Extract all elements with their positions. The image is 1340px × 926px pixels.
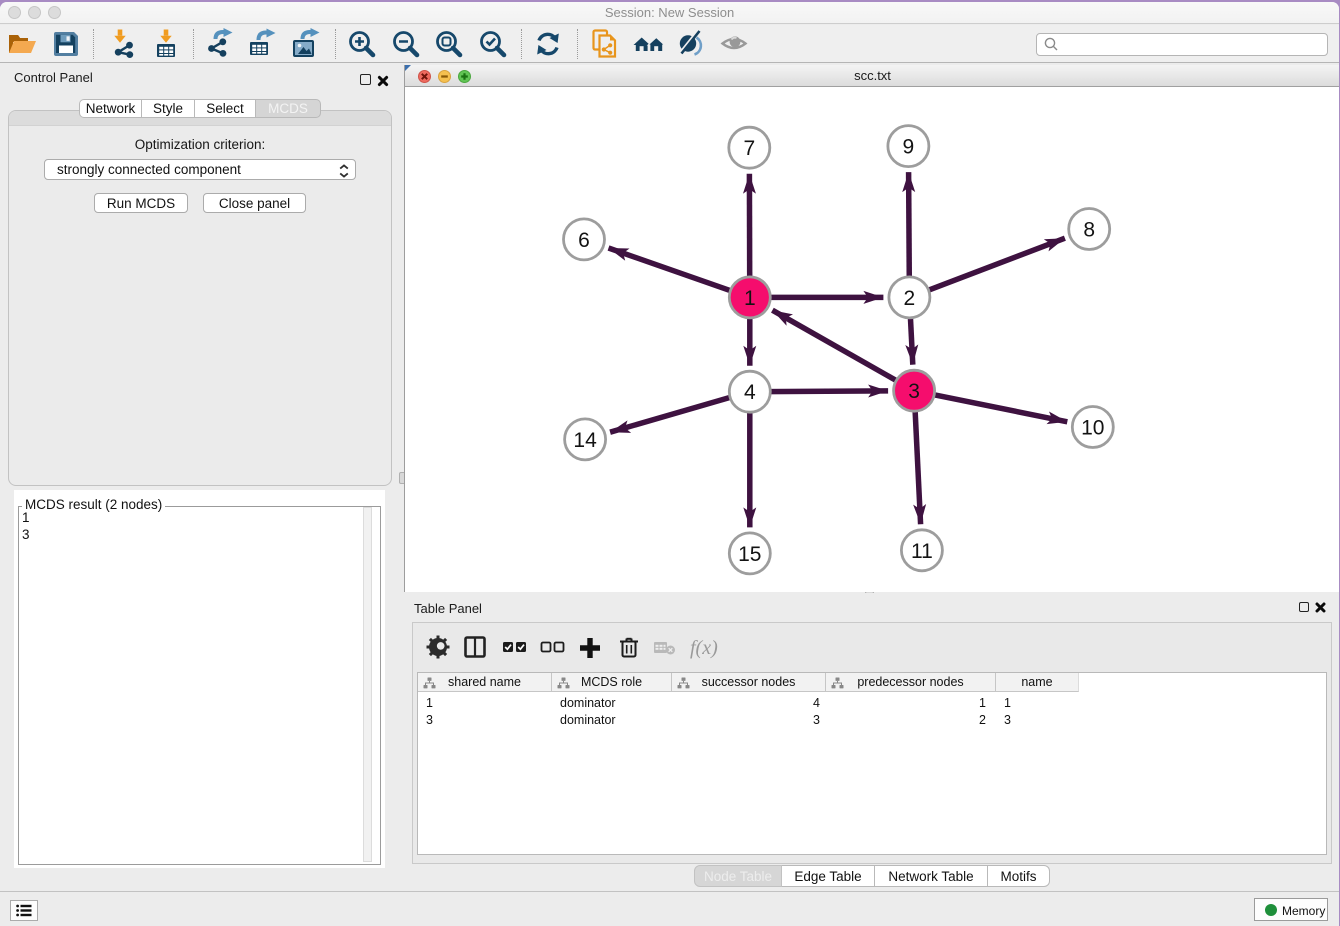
svg-text:7: 7	[743, 137, 755, 160]
svg-text:3: 3	[908, 380, 920, 403]
svg-text:15: 15	[738, 543, 761, 566]
svg-text:9: 9	[903, 136, 915, 159]
svg-text:2: 2	[904, 287, 916, 310]
svg-text:11: 11	[911, 540, 933, 563]
svg-text:1: 1	[744, 287, 756, 310]
svg-text:14: 14	[573, 429, 597, 452]
svg-text:8: 8	[1083, 219, 1095, 242]
svg-text:6: 6	[578, 229, 590, 252]
svg-text:10: 10	[1081, 417, 1104, 440]
svg-text:4: 4	[744, 381, 756, 404]
